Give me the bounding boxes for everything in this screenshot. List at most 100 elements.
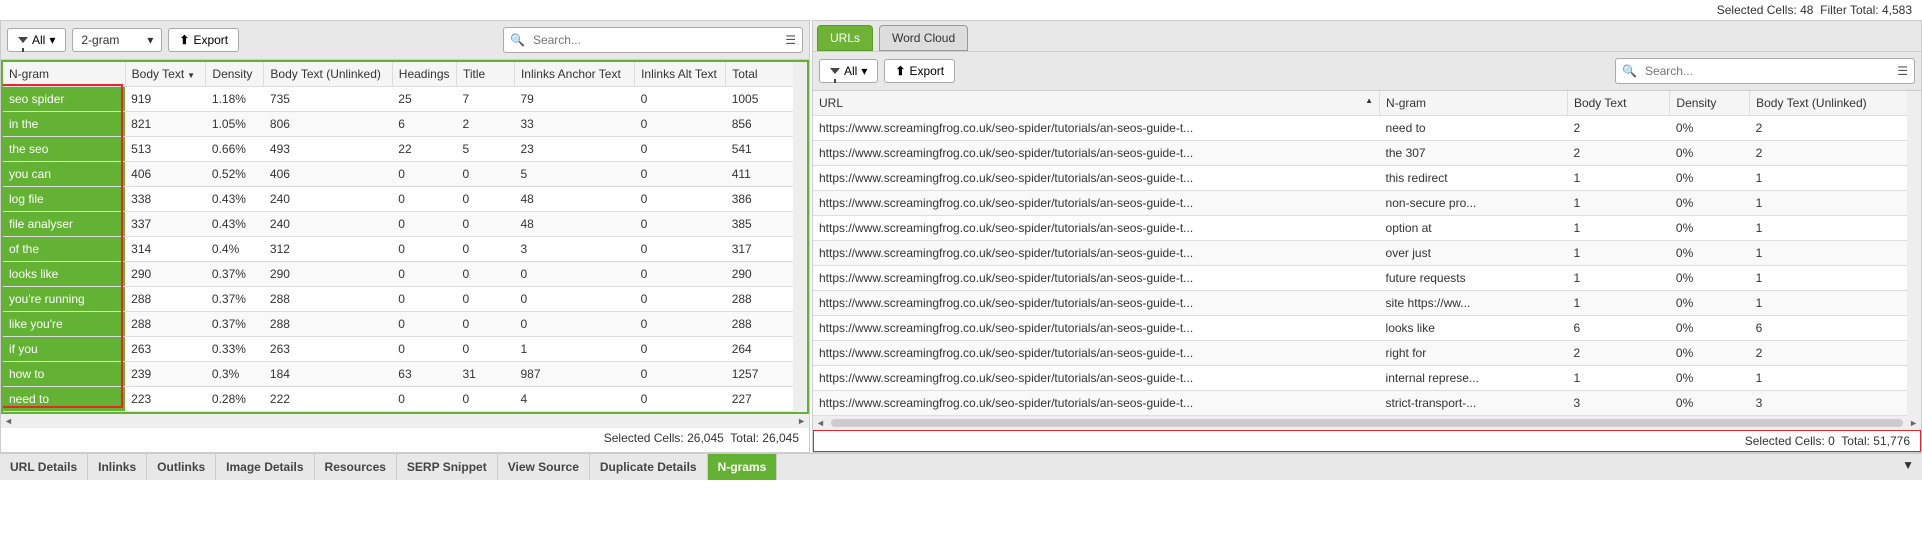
cell[interactable]: 2	[1750, 341, 1921, 366]
cell[interactable]: 987	[514, 362, 634, 387]
col-headings[interactable]: Headings	[392, 62, 456, 87]
filter-all-button[interactable]: All ▾	[7, 28, 66, 52]
col-url[interactable]: URL▲	[813, 91, 1380, 116]
col-density[interactable]: Density	[206, 62, 264, 87]
cell[interactable]: 0	[392, 212, 456, 237]
settings-icon[interactable]: ☰	[1897, 64, 1908, 78]
table-row[interactable]: https://www.screamingfrog.co.uk/seo-spid…	[813, 391, 1921, 416]
table-row[interactable]: https://www.screamingfrog.co.uk/seo-spid…	[813, 341, 1921, 366]
col-title[interactable]: Title	[456, 62, 514, 87]
cell[interactable]: 1	[1750, 241, 1921, 266]
cell[interactable]: 0	[392, 387, 456, 412]
cell[interactable]: 0	[392, 337, 456, 362]
cell[interactable]: 0	[392, 287, 456, 312]
cell[interactable]: 314	[125, 237, 206, 262]
cell[interactable]: https://www.screamingfrog.co.uk/seo-spid…	[813, 241, 1380, 266]
table-row[interactable]: need to2230.28%2220040227	[3, 387, 807, 412]
cell[interactable]: 5	[514, 162, 634, 187]
tab-urls[interactable]: URLs	[817, 25, 873, 51]
cell[interactable]: 31	[456, 362, 514, 387]
table-row[interactable]: you can4060.52%4060050411	[3, 162, 807, 187]
cell[interactable]: 0	[456, 212, 514, 237]
cell[interactable]: site https://ww...	[1380, 291, 1568, 316]
cell[interactable]: 1	[1567, 241, 1669, 266]
cell[interactable]: 2	[1567, 116, 1669, 141]
cell[interactable]: seo spider	[3, 87, 125, 112]
cell[interactable]: 48	[514, 212, 634, 237]
cell[interactable]: 0%	[1670, 341, 1750, 366]
cell[interactable]: 0	[514, 287, 634, 312]
cell[interactable]: 0	[635, 337, 726, 362]
cell[interactable]: 288	[125, 312, 206, 337]
table-row[interactable]: https://www.screamingfrog.co.uk/seo-spid…	[813, 291, 1921, 316]
cell[interactable]: 0.37%	[206, 287, 264, 312]
cell[interactable]: 0	[635, 162, 726, 187]
search-input[interactable]	[1641, 62, 1897, 80]
cell[interactable]: 288	[264, 312, 392, 337]
cell[interactable]: 0.43%	[206, 187, 264, 212]
col-body-text-unlinked[interactable]: Body Text (Unlinked)	[1750, 91, 1921, 116]
cell[interactable]: 1	[1750, 191, 1921, 216]
cell[interactable]: strict-transport-...	[1380, 391, 1568, 416]
cell[interactable]: 0%	[1670, 191, 1750, 216]
cell[interactable]: 1	[1567, 366, 1669, 391]
table-row[interactable]: https://www.screamingfrog.co.uk/seo-spid…	[813, 166, 1921, 191]
cell[interactable]: of the	[3, 237, 125, 262]
cell[interactable]: 240	[264, 187, 392, 212]
cell[interactable]: 79	[514, 87, 634, 112]
cell[interactable]: internal represe...	[1380, 366, 1568, 391]
cell[interactable]: 25	[392, 87, 456, 112]
cell[interactable]: 1	[1750, 366, 1921, 391]
cell[interactable]: 0%	[1670, 391, 1750, 416]
vertical-scrollbar[interactable]	[1907, 91, 1921, 416]
cell[interactable]: 0.66%	[206, 137, 264, 162]
cell[interactable]: 6	[1567, 316, 1669, 341]
table-row[interactable]: file analyser3370.43%24000480385	[3, 212, 807, 237]
cell[interactable]: 223	[125, 387, 206, 412]
table-row[interactable]: https://www.screamingfrog.co.uk/seo-spid…	[813, 191, 1921, 216]
cell[interactable]: https://www.screamingfrog.co.uk/seo-spid…	[813, 316, 1380, 341]
cell[interactable]: need to	[3, 387, 125, 412]
export-button[interactable]: ⬆ Export	[884, 59, 955, 83]
cell[interactable]: how to	[3, 362, 125, 387]
tab-word-cloud[interactable]: Word Cloud	[879, 25, 968, 51]
cell[interactable]: 0.3%	[206, 362, 264, 387]
cell[interactable]: 0	[514, 262, 634, 287]
table-row[interactable]: log file3380.43%24000480386	[3, 187, 807, 212]
tab-ngrams[interactable]: N-grams	[708, 454, 778, 480]
gram-dropdown[interactable]: 2-gram ▾	[72, 28, 162, 52]
cell[interactable]: file analyser	[3, 212, 125, 237]
cell[interactable]: need to	[1380, 116, 1568, 141]
cell[interactable]: 338	[125, 187, 206, 212]
table-row[interactable]: looks like2900.37%2900000290	[3, 262, 807, 287]
table-row[interactable]: https://www.screamingfrog.co.uk/seo-spid…	[813, 366, 1921, 391]
cell[interactable]: the 307	[1380, 141, 1568, 166]
cell[interactable]: https://www.screamingfrog.co.uk/seo-spid…	[813, 116, 1380, 141]
cell[interactable]: non-secure pro...	[1380, 191, 1568, 216]
cell[interactable]: option at	[1380, 216, 1568, 241]
cell[interactable]: 1	[1750, 216, 1921, 241]
cell[interactable]: 3	[1567, 391, 1669, 416]
cell[interactable]: you're running	[3, 287, 125, 312]
cell[interactable]: 0%	[1670, 366, 1750, 391]
table-row[interactable]: like you're2880.37%2880000288	[3, 312, 807, 337]
cell[interactable]: 1	[1750, 291, 1921, 316]
cell[interactable]: 23	[514, 137, 634, 162]
cell[interactable]: https://www.screamingfrog.co.uk/seo-spid…	[813, 166, 1380, 191]
cell[interactable]: log file	[3, 187, 125, 212]
cell[interactable]: 288	[125, 287, 206, 312]
cell[interactable]: looks like	[1380, 316, 1568, 341]
cell[interactable]: 0%	[1670, 141, 1750, 166]
cell[interactable]: 0	[456, 312, 514, 337]
cell[interactable]: you can	[3, 162, 125, 187]
cell[interactable]: 1	[514, 337, 634, 362]
cell[interactable]: 240	[264, 212, 392, 237]
cell[interactable]: 919	[125, 87, 206, 112]
cell[interactable]: 0%	[1670, 241, 1750, 266]
tab-resources[interactable]: Resources	[315, 454, 397, 480]
cell[interactable]: 0	[635, 237, 726, 262]
cell[interactable]: 3	[1750, 391, 1921, 416]
cell[interactable]: 1	[1567, 191, 1669, 216]
cell[interactable]: 1	[1567, 291, 1669, 316]
cell[interactable]: 239	[125, 362, 206, 387]
